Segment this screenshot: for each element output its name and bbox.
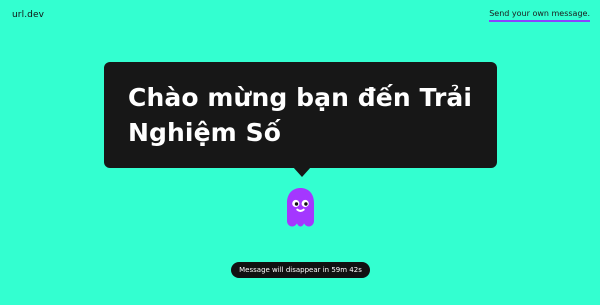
send-own-message-link[interactable]: Send your own message. bbox=[489, 9, 590, 22]
expiration-toast: Message will disappear in 59m 42s bbox=[231, 262, 370, 278]
brand-logo[interactable]: url.dev bbox=[12, 10, 44, 20]
message-bubble-tail bbox=[293, 167, 311, 177]
message-text: Chào mừng bạn đến Trải Nghiệm Số bbox=[128, 83, 473, 147]
ghost-icon bbox=[284, 186, 317, 228]
